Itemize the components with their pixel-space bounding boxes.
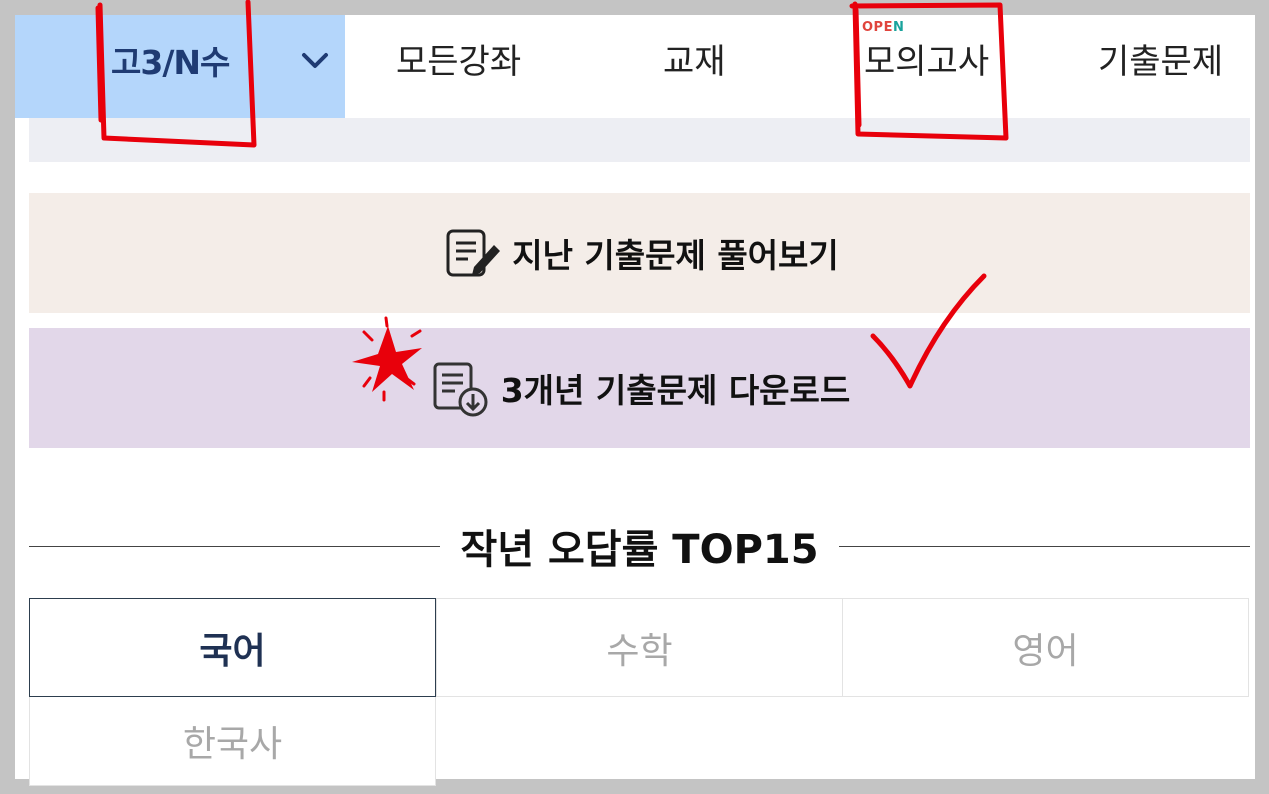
- tab-korean-history[interactable]: 한국사: [29, 696, 436, 786]
- tab-korean[interactable]: 국어: [29, 598, 436, 697]
- tab-english[interactable]: 영어: [842, 598, 1249, 697]
- open-badge: OPEN: [862, 20, 905, 35]
- section-title: 작년 오답률 TOP15: [460, 527, 819, 573]
- nav-item-past-exams[interactable]: 기출문제: [1098, 34, 1223, 83]
- divider-line: [838, 545, 1250, 547]
- download-label: 3개년 기출문제 다운로드: [500, 371, 851, 410]
- nav-item-all-courses[interactable]: 모든강좌: [396, 34, 521, 83]
- grade-selector[interactable]: 고3/N수: [15, 15, 345, 118]
- divider-line: [29, 545, 441, 547]
- edit-document-icon: [446, 229, 501, 277]
- nav-item-textbooks[interactable]: 교재: [663, 34, 726, 83]
- chevron-down-icon: [300, 48, 330, 72]
- divider-strip: [29, 118, 1250, 162]
- download-document-icon: [433, 362, 488, 417]
- download-past-exams-button[interactable]: 3개년 기출문제 다운로드: [29, 328, 1250, 448]
- nav-item-mock-exams[interactable]: 모의고사: [864, 34, 989, 83]
- tab-math[interactable]: 수학: [436, 598, 843, 697]
- past-exams-button[interactable]: 지난 기출문제 풀어보기: [29, 193, 1250, 313]
- frame: [0, 0, 1269, 15]
- section-heading: 작년 오답률 TOP15: [29, 518, 1250, 574]
- grade-label: 고3/N수: [111, 43, 230, 82]
- past-exams-label: 지난 기출문제 풀어보기: [512, 236, 839, 275]
